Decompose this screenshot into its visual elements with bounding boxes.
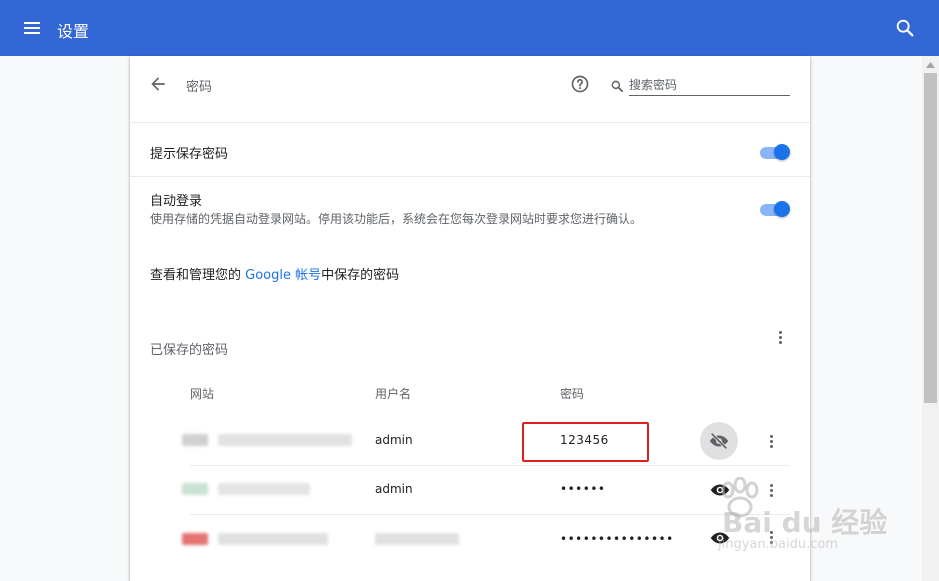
scrollbar-thumb[interactable] [924, 73, 937, 403]
password-row: admin •••••• [130, 466, 810, 515]
search-input[interactable] [629, 74, 790, 96]
password-row: admin 123456 [130, 417, 810, 466]
saved-passwords-title: 已保存的密码 [150, 343, 229, 358]
offer-to-save-toggle[interactable] [758, 142, 792, 162]
app-title: 设置 [57, 22, 90, 41]
more-vert-icon[interactable] [770, 327, 790, 347]
row-username: admin [375, 433, 413, 447]
search-icon[interactable] [894, 17, 916, 39]
watermark-text: Bai du 经验 [722, 506, 888, 539]
site-name-blurred[interactable] [218, 434, 352, 446]
password-row: ••••••••••••••• [130, 515, 810, 564]
menu-icon[interactable] [20, 16, 44, 40]
google-account-link[interactable]: Google 帐号 [245, 268, 321, 283]
baidu-watermark: Bai du 经验 jingyan.baidu.com [718, 477, 918, 577]
column-header-username: 用户名 [375, 387, 412, 401]
google-account-line: 查看和管理您的 Google 帐号中保存的密码 [150, 264, 399, 283]
site-favicon-blurred [182, 483, 208, 495]
row-username: admin [375, 482, 413, 496]
auto-signin-toggle[interactable] [758, 199, 792, 219]
arrow-back-icon[interactable] [148, 74, 168, 94]
google-account-suffix: 中保存的密码 [321, 268, 400, 283]
username-blurred [375, 533, 459, 545]
offer-to-save-label: 提示保存密码 [150, 147, 229, 162]
password-highlight-box [522, 422, 649, 462]
more-vert-icon[interactable] [761, 431, 781, 451]
search-icon [610, 78, 624, 93]
visibility-off-icon[interactable] [700, 422, 738, 460]
divider [130, 176, 810, 177]
page-title: 密码 [186, 80, 213, 95]
auto-signin-label: 自动登录 [150, 194, 203, 209]
passwords-card: 密码 提示保存密码 自动登录 使用存储的凭据自动登录网站。停用该功能后，系统会在… [130, 56, 810, 581]
page-scrollbar[interactable] [922, 56, 939, 581]
google-account-prefix: 查看和管理您的 [150, 268, 246, 283]
top-app-bar: 设置 [0, 0, 939, 56]
site-favicon-blurred [182, 533, 208, 545]
column-header-password: 密码 [560, 387, 585, 401]
site-name-blurred[interactable] [218, 533, 328, 545]
row-password: •••••• [560, 482, 606, 496]
help-icon[interactable] [570, 74, 590, 94]
site-favicon-blurred [182, 434, 208, 446]
site-name-blurred[interactable] [218, 483, 310, 495]
auto-signin-description: 使用存储的凭据自动登录网站。停用该功能后，系统会在您每次登录网站时要求您进行确认… [150, 212, 643, 226]
row-password: ••••••••••••••• [560, 532, 674, 546]
column-header-site: 网站 [190, 387, 215, 401]
scroll-up-arrow-icon[interactable] [922, 56, 939, 73]
divider [130, 122, 810, 123]
password-search [610, 74, 790, 98]
watermark-url: jingyan.baidu.com [718, 537, 838, 552]
